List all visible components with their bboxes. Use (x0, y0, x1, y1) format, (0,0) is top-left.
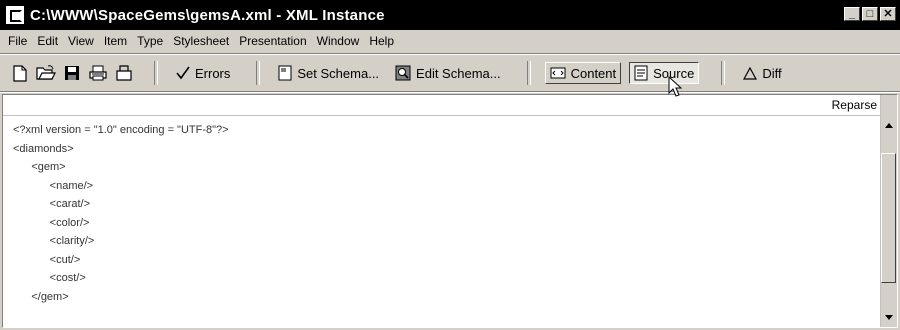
code-line: <carat/> (13, 198, 91, 210)
delta-icon (743, 66, 758, 80)
maximize-button[interactable]: □ (862, 7, 878, 21)
menu-stylesheet[interactable]: Stylesheet (173, 34, 229, 48)
menu-window[interactable]: Window (317, 34, 360, 48)
open-folder-icon[interactable] (36, 63, 56, 83)
diff-button[interactable]: Diff (739, 62, 785, 84)
set-schema-label: Set Schema... (297, 65, 380, 81)
diff-label: Diff (762, 65, 782, 81)
reparse-bar: Reparse (3, 95, 883, 116)
menu-file[interactable]: File (8, 34, 27, 48)
reparse-button[interactable]: Reparse (832, 98, 877, 112)
scroll-up-arrow-icon[interactable] (881, 117, 897, 133)
clear-icon[interactable] (114, 63, 134, 83)
menu-item[interactable]: Item (104, 34, 127, 48)
toolbar-separator (526, 61, 531, 85)
menu-view[interactable]: View (68, 34, 94, 48)
source-editor[interactable]: Reparse <?xml version = "1.0" encoding =… (2, 94, 898, 328)
code-line: <diamonds> (13, 142, 74, 155)
save-icon[interactable] (62, 63, 82, 83)
edit-schema-button[interactable]: Edit Schema... (391, 62, 505, 84)
toolbar-separator (256, 61, 261, 85)
code-line: <cut/> (13, 253, 81, 266)
content-view-icon (550, 67, 566, 79)
menu-help[interactable]: Help (369, 34, 394, 48)
menu-divider (0, 53, 900, 55)
content-button[interactable]: Content (544, 62, 622, 84)
xml-source[interactable]: <?xml version = "1.0" encoding = "UTF-8"… (13, 121, 873, 306)
menu-type[interactable]: Type (137, 34, 163, 48)
app-icon[interactable] (6, 6, 24, 24)
vertical-scrollbar[interactable] (880, 95, 897, 327)
title-bar[interactable]: C:\WWW\SpaceGems\gemsA.xml - XML Instanc… (0, 0, 900, 30)
window-controls: _ □ ✕ (844, 7, 896, 21)
edit-schema-label: Edit Schema... (416, 65, 501, 81)
mouse-pointer-icon (668, 75, 683, 101)
source-button[interactable]: Source (629, 62, 700, 84)
code-line: </gem> (13, 290, 69, 303)
window-title: C:\WWW\SpaceGems\gemsA.xml - XML Instanc… (30, 6, 385, 24)
code-line: <name/> (13, 179, 94, 192)
errors-button[interactable]: Errors (172, 62, 234, 84)
scrollbar-thumb[interactable] (881, 153, 896, 283)
code-line: <?xml version = "1.0" encoding = "UTF-8"… (13, 124, 229, 136)
scroll-down-arrow-icon[interactable] (881, 309, 897, 325)
code-line: <cost/> (13, 272, 86, 284)
new-document-icon[interactable] (10, 63, 30, 83)
content-label: Content (570, 65, 617, 81)
set-schema-button[interactable]: Set Schema... (274, 62, 383, 84)
toolbar-separator (154, 61, 158, 85)
schema-document-icon (278, 65, 292, 81)
errors-label: Errors (195, 65, 231, 81)
menu-edit[interactable]: Edit (37, 34, 58, 48)
close-button[interactable]: ✕ (880, 7, 896, 21)
code-line: <color/> (13, 216, 90, 229)
menu-presentation[interactable]: Presentation (239, 34, 306, 48)
toolbar: Errors Set Schema... Edit Schema... Cont… (0, 56, 900, 90)
code-line: <gem> (13, 161, 66, 173)
code-line: <clarity/> (13, 235, 95, 247)
print-icon[interactable] (88, 63, 108, 83)
edit-schema-icon (395, 65, 411, 81)
source-view-icon (634, 65, 648, 81)
toolbar-separator (721, 61, 726, 85)
minimize-button[interactable]: _ (844, 7, 860, 21)
toolbar-divider (0, 91, 900, 93)
menu-bar: File Edit View Item Type Stylesheet Pres… (0, 30, 900, 52)
checkmark-icon (176, 66, 190, 80)
